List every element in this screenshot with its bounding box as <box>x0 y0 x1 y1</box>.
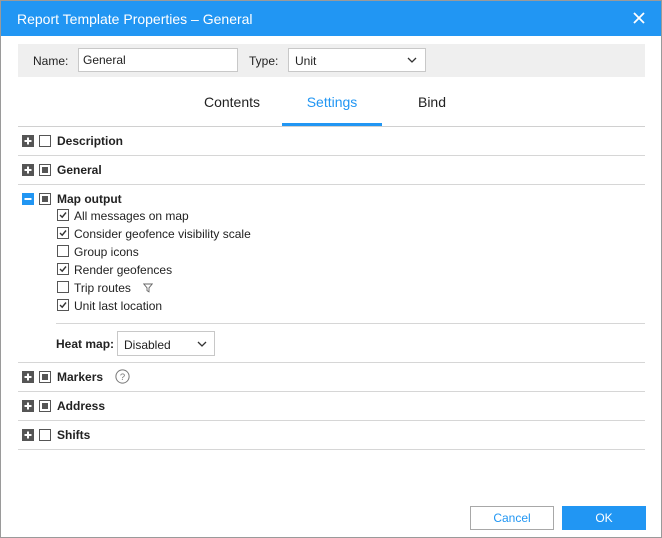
option-render-geofences[interactable]: Render geofences <box>57 261 357 279</box>
section-markers: Markers ? <box>18 363 645 392</box>
expand-icon[interactable] <box>22 135 34 147</box>
section-checkbox[interactable] <box>39 429 51 441</box>
checkmark-icon <box>59 212 67 219</box>
expand-icon[interactable] <box>22 400 34 412</box>
section-title: Map output <box>57 192 122 206</box>
section-checkbox[interactable] <box>39 371 51 383</box>
close-icon[interactable] <box>631 10 647 26</box>
cancel-button[interactable]: Cancel <box>470 506 554 530</box>
checkbox-checked[interactable] <box>57 299 69 311</box>
report-template-dialog: Report Template Properties – General Nam… <box>0 0 662 538</box>
section-header: Markers ? <box>18 363 645 391</box>
option-label: Group icons <box>74 245 139 259</box>
name-type-bar: Name: Type: Unit <box>18 44 645 77</box>
checkbox-unchecked[interactable] <box>57 245 69 257</box>
divider <box>56 323 645 324</box>
section-header: Description <box>18 127 645 155</box>
section-shifts: Shifts <box>18 421 645 450</box>
title-bar: Report Template Properties – General <box>1 1 661 36</box>
checkmark-icon <box>59 302 67 309</box>
section-header: Address <box>18 392 645 420</box>
section-title: General <box>57 163 102 177</box>
option-label: Render geofences <box>74 263 173 277</box>
section-address: Address <box>18 392 645 421</box>
checkmark-icon <box>59 266 67 273</box>
type-label: Type: <box>249 54 279 68</box>
section-map-output: Map output All messages on map Consider … <box>18 185 645 363</box>
collapse-icon[interactable] <box>22 193 34 205</box>
checkmark-icon <box>59 230 67 237</box>
tab-bind[interactable]: Bind <box>382 87 482 126</box>
section-title: Description <box>57 134 124 148</box>
section-checkbox[interactable] <box>39 164 51 176</box>
svg-text:?: ? <box>120 372 125 383</box>
option-all-messages-on-map[interactable]: All messages on map <box>57 207 357 225</box>
name-input[interactable] <box>78 48 238 72</box>
section-title: Address <box>57 399 106 413</box>
chevron-down-icon <box>407 57 417 63</box>
name-label: Name: <box>33 54 69 68</box>
heat-map-label: Heat map: <box>56 337 115 351</box>
checkbox-unchecked[interactable] <box>57 281 69 293</box>
tab-bar: Contents Settings Bind <box>18 87 645 127</box>
option-group-icons[interactable]: Group icons <box>57 243 357 261</box>
section-checkbox[interactable] <box>39 193 51 205</box>
filter-icon[interactable] <box>143 283 153 293</box>
expand-icon[interactable] <box>22 164 34 176</box>
option-label: All messages on map <box>74 209 189 223</box>
option-label: Trip routes <box>74 281 131 295</box>
option-consider-geofence-visibility-scale[interactable]: Consider geofence visibility scale <box>57 225 357 243</box>
checkbox-checked[interactable] <box>57 263 69 275</box>
heat-map-select[interactable]: Disabled <box>117 331 215 356</box>
section-general: General <box>18 156 645 185</box>
checkbox-checked[interactable] <box>57 209 69 221</box>
section-checkbox[interactable] <box>39 135 51 147</box>
section-header: General <box>18 156 645 184</box>
type-select[interactable]: Unit <box>288 48 426 72</box>
tab-contents[interactable]: Contents <box>182 87 282 126</box>
option-trip-routes[interactable]: Trip routes <box>57 279 357 297</box>
option-label: Consider geofence visibility scale <box>74 227 251 241</box>
expand-icon[interactable] <box>22 371 34 383</box>
help-icon[interactable]: ? <box>115 369 130 384</box>
heat-map-value: Disabled <box>124 338 171 352</box>
dialog-title: Report Template Properties – General <box>17 11 253 27</box>
section-title: Markers <box>57 370 104 384</box>
ok-button[interactable]: OK <box>562 506 646 530</box>
section-description: Description <box>18 127 645 156</box>
section-checkbox[interactable] <box>39 400 51 412</box>
chevron-down-icon <box>197 341 207 347</box>
type-select-value: Unit <box>295 54 317 68</box>
section-header: Shifts <box>18 421 645 449</box>
expand-icon[interactable] <box>22 429 34 441</box>
option-label: Unit last location <box>74 299 163 313</box>
section-title: Shifts <box>57 428 91 442</box>
checkbox-checked[interactable] <box>57 227 69 239</box>
option-unit-last-location[interactable]: Unit last location <box>57 297 357 315</box>
tab-settings[interactable]: Settings <box>282 87 382 126</box>
